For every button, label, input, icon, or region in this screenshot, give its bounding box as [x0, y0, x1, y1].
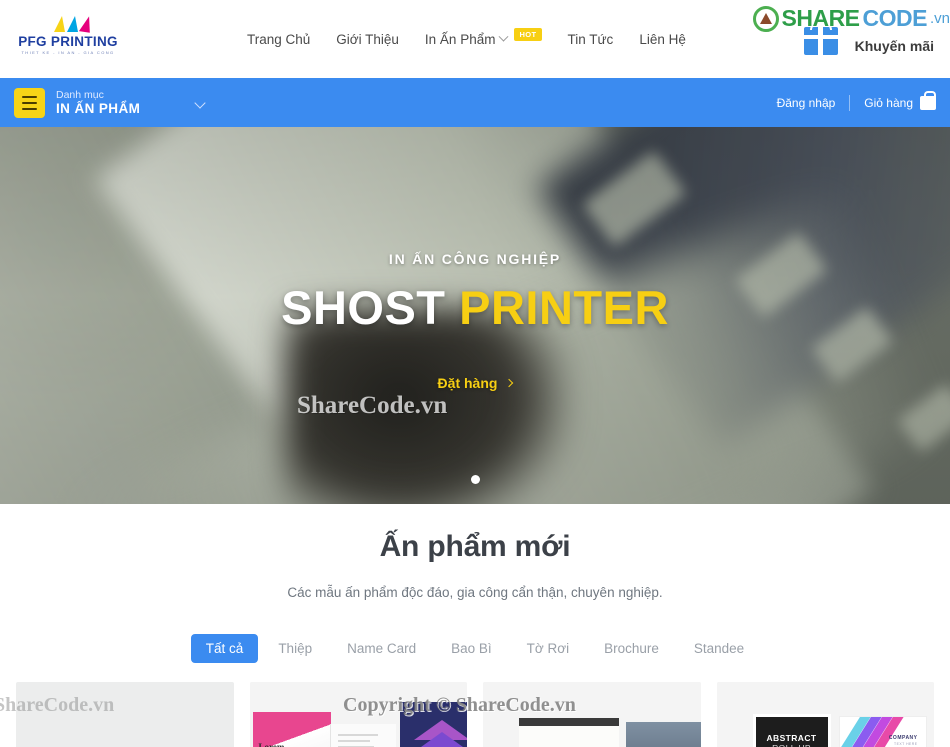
nav-label: Giới Thiệu: [336, 31, 399, 47]
rollup-label-1: ABSTRACT: [766, 733, 817, 743]
nav-item-tin-tuc[interactable]: Tin Tức: [555, 32, 627, 47]
company-label: COMPANY: [888, 735, 918, 741]
promo-block[interactable]: Khuyến mãi: [772, 6, 940, 64]
nav-label: In Ấn Phẩm: [424, 31, 496, 47]
tab-name-card[interactable]: Name Card: [332, 634, 431, 663]
site-logo[interactable]: PFG PRINTING THIET KE - IN AN - GIA CONG: [18, 11, 118, 57]
corporate-card-sample: CORPORATE: [626, 722, 701, 747]
hero-content: IN ẤN CÔNG NGHIỆP SHOST PRINTER Đặt hàng: [0, 127, 950, 504]
main-navigation: Trang Chủ Giới Thiệu In Ấn Phẩm HOT Tin …: [247, 0, 699, 78]
blue-action-bar: Danh mục IN ẤN PHẨM Tất cả sản phẩm Đăng…: [0, 78, 950, 194]
tab-tat-ca[interactable]: Tất cả: [190, 634, 259, 663]
product-image-rollup: ABSTRACT ROLL UP YOUR TEXT HERE COMPANY …: [716, 682, 934, 747]
tab-thiep[interactable]: Thiệp: [263, 634, 327, 663]
package-label: Lorem: [258, 742, 285, 747]
product-card-3[interactable]: PROFESSIONAL BUSINESS CORPORATE: [483, 682, 701, 747]
page-root: PFG PRINTING THIET KE - IN AN - GIA CONG…: [0, 0, 950, 747]
logo-triangle-magenta-icon: [78, 14, 92, 33]
tab-bao-bi[interactable]: Bao Bì: [436, 634, 507, 663]
tab-brochure[interactable]: Brochure: [589, 634, 674, 663]
nav-item-gioi-thieu[interactable]: Giới Thiệu: [323, 32, 412, 47]
logo-triangle-cyan-icon: [66, 15, 78, 32]
product-grid: Lorem PROFE: [0, 682, 950, 747]
cart-button[interactable]: Giỏ hàng: [850, 90, 950, 110]
new-products-section: Ấn phẩm mới Các mẫu ấn phẩm độc đáo, gia…: [0, 504, 950, 747]
nav-item-lien-he[interactable]: Liên Hệ: [626, 32, 699, 47]
category-big-label: IN ẤN PHẨM: [56, 100, 141, 116]
category-menu-button[interactable]: Danh mục IN ẤN PHẨM: [14, 78, 206, 127]
business-card-sample: PROFESSIONAL BUSINESS: [519, 718, 619, 747]
package-box-pink: Lorem: [252, 712, 331, 747]
product-image-packaging: Lorem: [249, 682, 467, 747]
hero-title-yellow: PRINTER: [459, 281, 669, 334]
login-label: Đăng nhập: [776, 95, 836, 110]
logo-triangle-yellow-icon: [53, 15, 65, 32]
logo-triangles-icon: [53, 14, 92, 33]
company-banner-sample: COMPANY TEXT HERE: [838, 716, 927, 747]
tab-standee[interactable]: Standee: [679, 634, 759, 663]
tab-to-roi[interactable]: Tờ Rơi: [512, 634, 584, 663]
hamburger-icon: [14, 87, 45, 118]
product-card-4[interactable]: ABSTRACT ROLL UP YOUR TEXT HERE COMPANY …: [716, 682, 934, 747]
package-box-white: [329, 724, 396, 747]
category-small-label: Danh mục: [56, 88, 104, 101]
logo-text: PFG PRINTING: [18, 33, 118, 49]
chevron-right-icon: [505, 378, 514, 388]
chevron-down-icon: [194, 96, 206, 109]
product-card-2[interactable]: Lorem: [249, 682, 467, 747]
hero-cta-label: Đặt hàng: [437, 375, 498, 391]
hero-kicker: IN ẤN CÔNG NGHIỆP: [388, 251, 562, 267]
nav-label: Liên Hệ: [639, 31, 686, 47]
logo-subtitle: THIET KE - IN AN - GIA CONG: [21, 49, 115, 55]
product-card-1[interactable]: [16, 682, 234, 747]
hero-banner: ShareCode.vn IN ẤN CÔNG NGHIỆP SHOST PRI…: [0, 127, 950, 504]
gift-icon: [804, 27, 838, 55]
nav-item-in-an-pham[interactable]: In Ấn Phẩm HOT: [412, 27, 555, 47]
hero-title-white: SHOST: [281, 281, 446, 334]
product-image-business: PROFESSIONAL BUSINESS CORPORATE: [483, 682, 701, 747]
hero-title: SHOST PRINTER: [281, 280, 669, 335]
hot-badge: HOT: [514, 27, 542, 41]
carousel-dot-1[interactable]: [470, 475, 480, 484]
shopping-bag-icon: [920, 90, 936, 110]
hero-cta-button[interactable]: Đặt hàng: [437, 375, 514, 391]
section-subtitle: Các mẫu ấn phẩm độc đáo, gia công cẩn th…: [287, 585, 663, 600]
promo-label: Khuyến mãi: [854, 38, 934, 54]
gift-bow-icon: [810, 22, 832, 30]
rollup-label-2: ROLL UP: [756, 743, 828, 747]
nav-item-trang-chu[interactable]: Trang Chủ: [247, 32, 323, 47]
rollup-banner-sample: ABSTRACT ROLL UP YOUR TEXT HERE: [752, 714, 831, 747]
blue-bar-right-actions: Đăng nhập Giỏ hàng: [763, 78, 950, 127]
package-box-navy: [399, 702, 467, 747]
nav-label: Tin Tức: [567, 31, 614, 47]
carousel-dots: [0, 475, 950, 484]
category-labels: Danh mục IN ẤN PHẨM: [56, 89, 140, 117]
product-filter-tabs: Tất cả Thiệp Name Card Bao Bì Tờ Rơi Bro…: [0, 634, 950, 663]
nav-label: Trang Chủ: [247, 31, 311, 47]
company-sublabel: TEXT HERE: [894, 742, 918, 746]
chevron-down-icon: [499, 31, 509, 42]
site-header: PFG PRINTING THIET KE - IN AN - GIA CONG…: [0, 0, 950, 78]
cart-label: Giỏ hàng: [864, 95, 913, 110]
section-title: Ấn phẩm mới: [379, 530, 571, 563]
login-button[interactable]: Đăng nhập: [763, 96, 850, 110]
